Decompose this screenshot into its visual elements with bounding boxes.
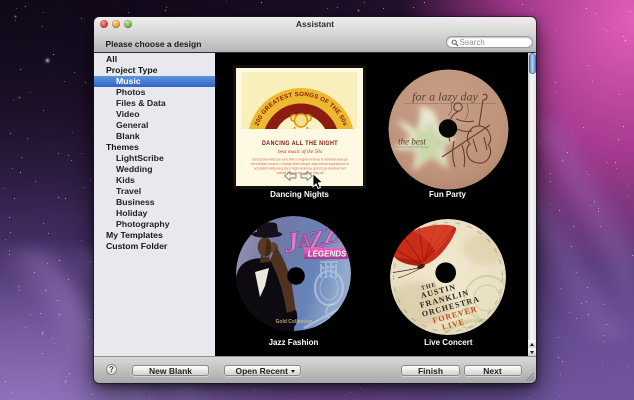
svg-text:overall in summer songs they a: overall in summer songs they all — [276, 171, 323, 175]
svg-text:Dancing Star invites you not t: Dancing Star invites you not to think or… — [252, 158, 348, 162]
svg-text:the best: the best — [398, 136, 426, 146]
svg-text:DANCING ALL THE NIGHT: DANCING ALL THE NIGHT — [262, 140, 338, 147]
svg-text:best music of the 50s: best music of the 50s — [278, 148, 322, 155]
svg-text:Gold Collection: Gold Collection — [275, 319, 312, 325]
svg-text:the inclination romance or lif: the inclination romance or lifestyle ide… — [251, 162, 349, 166]
svg-text:accomplish reality every day t: accomplish reality every day to begin na… — [254, 167, 346, 171]
svg-text:for a lazy day: for a lazy day — [412, 89, 478, 103]
svg-text:LEGENDS: LEGENDS — [308, 250, 347, 259]
